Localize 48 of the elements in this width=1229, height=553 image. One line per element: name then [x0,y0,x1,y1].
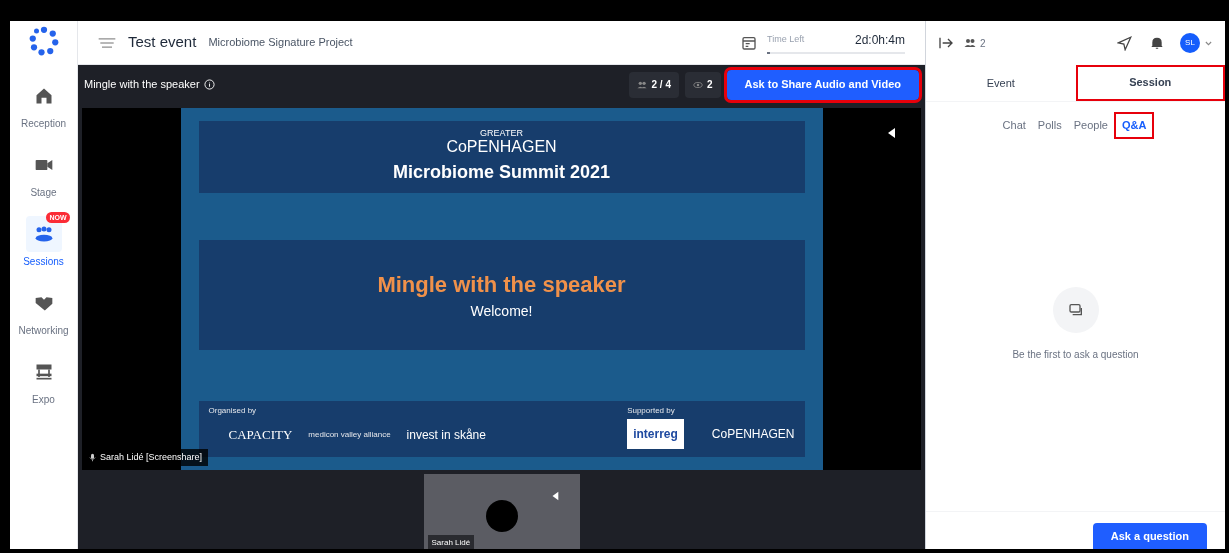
sub-tab[interactable]: Chat [998,114,1030,137]
people-icon [964,37,976,49]
attendee-count: 2 [964,35,986,51]
participant-count: 2 / 4 [629,71,679,98]
sponsor-logo: CAPACITY [228,426,293,444]
chat-bubbles-icon [1067,301,1084,318]
avatar-silhouette [485,500,518,532]
bell-icon [1150,36,1164,50]
info-icon [203,79,215,90]
panel-tab[interactable]: Session [1075,65,1225,101]
brand-text: GREATER [480,128,523,138]
brand-text: CoPENHAGEN [446,138,557,156]
slide-headline: Mingle with the speaker [377,271,626,299]
sub-tab[interactable]: People [1069,114,1112,137]
eye-icon [692,79,703,90]
event-title: Test event [128,32,197,53]
sponsor-logo: invest in skåne [406,426,486,444]
ask-question-button[interactable]: Ask a question [1092,523,1207,549]
organised-by-label: Organised by [208,405,258,417]
countdown: 2d:0h:4m [854,32,905,49]
calendar-icon [741,34,757,51]
people-icon [637,79,648,90]
empty-state-text: Be the first to ask a question [1012,347,1139,362]
sponsor-logo: medicon valley alliance [308,428,391,441]
microphone-icon [88,452,97,462]
project-name: Microbiome Signature Project [208,35,353,51]
session-title: Mingle with the speaker [84,77,200,93]
sub-tab[interactable]: Polls [1033,114,1066,137]
share-audio-video-button[interactable]: Ask to Share Audio and Video [726,69,919,100]
welcome-text: Welcome! [470,302,533,321]
supported-by-label: Supported by [627,405,676,417]
sidebar-item[interactable]: Reception [10,78,77,131]
participant-name: Sarah Lidé [427,535,475,549]
sponsor-logo: interreg [627,419,684,449]
time-left-label: Time Left [767,33,805,47]
sidebar-item[interactable]: Networking [10,285,77,338]
logo-icon [28,26,59,56]
group-icon [33,224,54,244]
sub-tab[interactable]: Q&A [1115,114,1153,137]
send-icon [1117,35,1132,51]
panel-tab[interactable]: Event [926,65,1076,101]
viewer-count: 2 [684,71,721,98]
summit-title: Microbiome Summit 2021 [392,161,611,184]
sponsor-logo: CoPENHAGEN [711,426,795,443]
sidebar-item[interactable]: Stage [10,147,77,200]
collapse-panel-icon [938,35,954,51]
sidebar-item[interactable]: Expo [10,354,77,407]
avatar-button[interactable]: SL [1180,33,1200,53]
